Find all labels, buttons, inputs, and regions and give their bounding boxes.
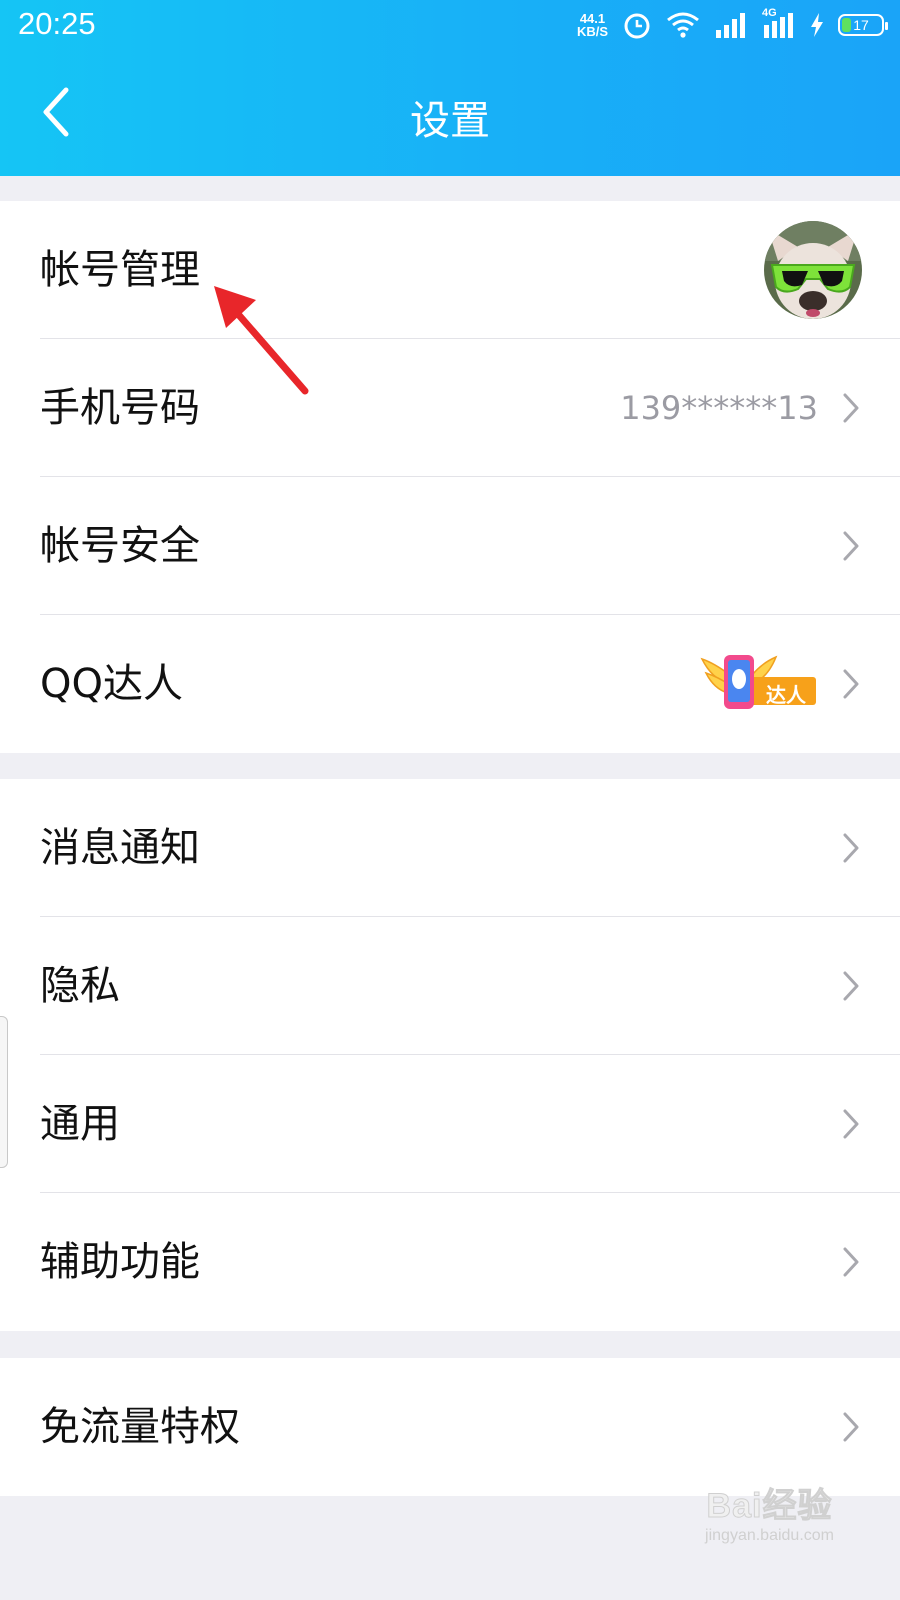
- row-label: 帐号安全: [40, 523, 200, 569]
- chevron-right-icon: [843, 1412, 859, 1442]
- settings-row-qq-expert[interactable]: QQ达人 达人: [0, 615, 900, 753]
- chevron-right-icon: [843, 531, 859, 561]
- settings-row-phone-number[interactable]: 手机号码 139******13: [0, 339, 900, 477]
- settings-row-accessibility[interactable]: 辅助功能: [0, 1193, 900, 1331]
- header-bar: 20:25 44.1 KB/S 4G 17 设置: [0, 0, 900, 176]
- settings-row-free-data[interactable]: 免流量特权: [0, 1358, 900, 1496]
- chevron-right-icon: [843, 669, 859, 699]
- row-label: 通用: [40, 1101, 120, 1147]
- settings-row-general[interactable]: 通用: [0, 1055, 900, 1193]
- chevron-right-icon: [843, 833, 859, 863]
- settings-group-extras: 免流量特权: [0, 1358, 900, 1496]
- page-title: 设置: [410, 98, 490, 144]
- status-time: 20:25: [18, 6, 96, 41]
- red-arrow-icon: [214, 286, 309, 395]
- row-label: QQ达人: [40, 661, 183, 707]
- chevron-right-icon: [843, 1247, 859, 1277]
- signal-4g-icon: 4G: [762, 7, 796, 39]
- settings-row-account-security[interactable]: 帐号安全: [0, 477, 900, 615]
- settings-row-account-management[interactable]: 帐号管理: [0, 201, 900, 339]
- edge-handle[interactable]: [0, 1016, 8, 1168]
- settings-row-privacy[interactable]: 隐私: [0, 917, 900, 1055]
- charging-icon: [811, 13, 823, 37]
- row-label: 帐号管理: [40, 247, 200, 293]
- row-label: 辅助功能: [40, 1239, 200, 1285]
- chevron-right-icon: [843, 1109, 859, 1139]
- row-label: 隐私: [40, 963, 120, 1009]
- qq-expert-badge-icon: 达人: [700, 649, 818, 713]
- status-bar: 20:25 44.1 KB/S 4G 17: [0, 0, 900, 52]
- row-label: 手机号码: [40, 385, 200, 431]
- watermark: Bai经验 jingyan.baidu.com: [705, 1487, 834, 1545]
- battery-icon: 17: [838, 14, 888, 36]
- alarm-icon: [624, 13, 650, 39]
- row-label: 消息通知: [40, 825, 200, 871]
- wifi-icon: [667, 12, 699, 38]
- settings-group-general: 消息通知 隐私 通用 辅助功能: [0, 779, 900, 1331]
- avatar[interactable]: [764, 221, 862, 319]
- status-icons: 44.1 KB/S 4G 17: [576, 7, 888, 42]
- chevron-right-icon: [843, 971, 859, 1001]
- row-label: 免流量特权: [40, 1404, 240, 1450]
- settings-row-notifications[interactable]: 消息通知: [0, 779, 900, 917]
- net-speed: 44.1 KB/S: [576, 11, 608, 39]
- phone-number-value: 139******13: [620, 389, 818, 427]
- settings-group-account: 帐号管理 手机号码 139******13 帐号安全 QQ达人 达人: [0, 201, 900, 753]
- signal-icon: [716, 13, 745, 38]
- chevron-right-icon: [843, 393, 859, 423]
